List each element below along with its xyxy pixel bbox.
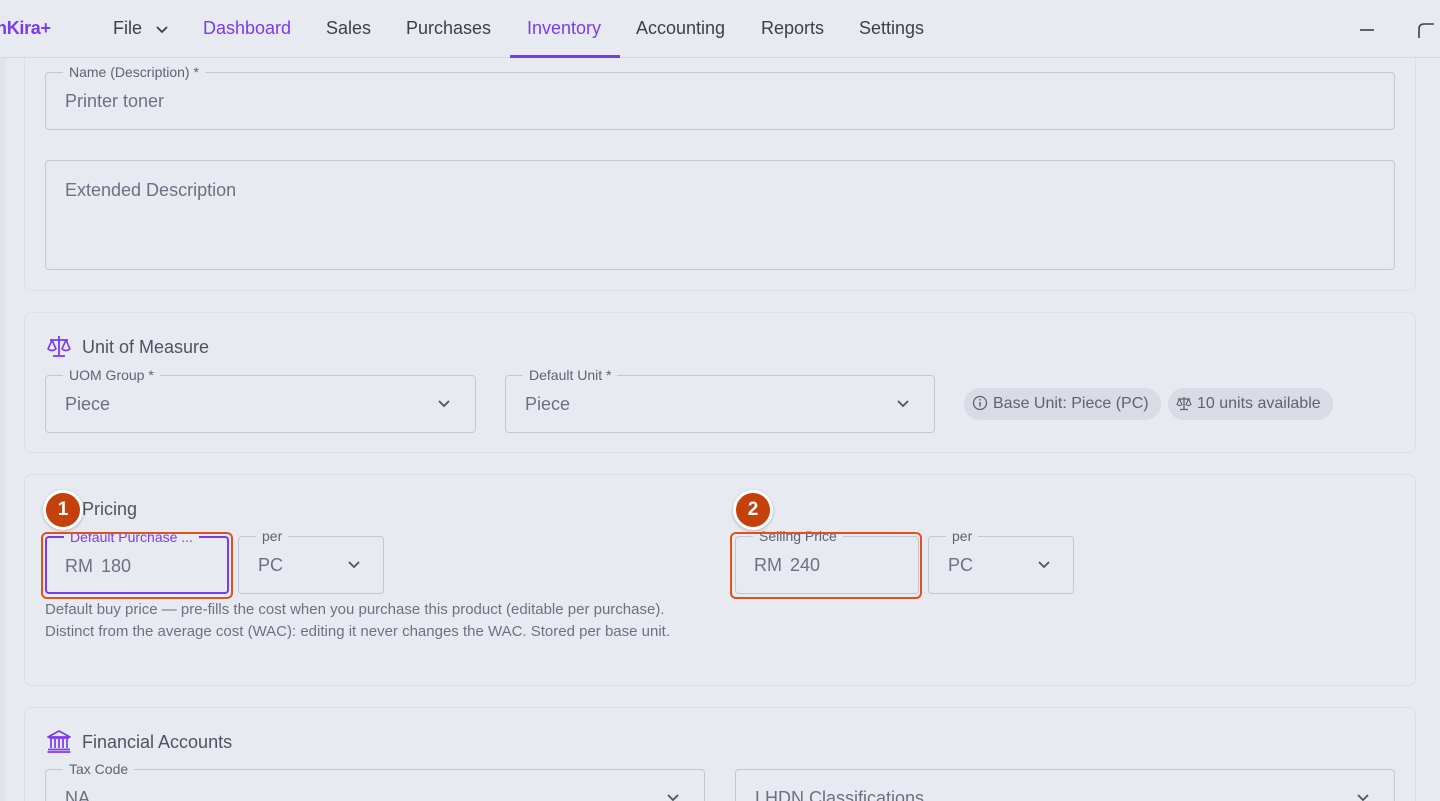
scale-icon (1176, 396, 1192, 410)
base-unit-text: Base Unit: Piece (PC) (993, 395, 1149, 412)
default-unit-value: Piece (525, 394, 571, 414)
bank-icon (47, 730, 71, 753)
tax-code-label: Tax Code (63, 761, 135, 777)
chevron-down-icon (438, 400, 450, 408)
default-unit-label: Default Unit * (523, 367, 618, 383)
units-available-chip: 10 units available (1168, 388, 1333, 420)
name-field-label: Name (Description) * (63, 64, 205, 80)
name-field[interactable]: Name (Description) * Printer toner (45, 64, 1395, 130)
selling-per-value: PC (948, 555, 974, 575)
uom-title: Unit of Measure (82, 337, 210, 357)
scale-icon (47, 336, 71, 357)
selling-unit-select[interactable]: per PC (928, 528, 1074, 594)
nav-sales[interactable]: Sales (326, 18, 371, 39)
file-menu-label: File (113, 18, 143, 38)
uom-group-label: UOM Group * (63, 367, 160, 383)
default-unit-select[interactable]: Default Unit * Piece (505, 367, 935, 433)
top-bar: nKira+ File Dashboard Sales Purchases In… (0, 0, 1440, 58)
content-area: Name (Description) * Printer toner Exten… (0, 58, 1440, 801)
selling-per-label: per (946, 528, 979, 544)
annotation-highlight-1 (41, 532, 233, 599)
nav-inventory[interactable]: Inventory (527, 18, 601, 39)
app-logo: nKira+ (0, 18, 51, 38)
tax-code-select[interactable]: Tax Code NA (45, 761, 705, 801)
units-available-text: 10 units available (1197, 395, 1321, 412)
maximize-icon[interactable] (1416, 16, 1436, 42)
pricing-title: Pricing (82, 499, 138, 519)
chevron-down-icon (667, 794, 679, 801)
chevron-down-icon (1038, 561, 1050, 569)
file-menu[interactable]: File (113, 18, 169, 39)
nav-settings[interactable]: Settings (859, 18, 924, 39)
extended-description-field[interactable]: Extended Description (45, 160, 1395, 270)
uom-group-select[interactable]: UOM Group * Piece (45, 367, 476, 433)
extended-description-placeholder: Extended Description (65, 180, 237, 200)
purchase-price-helper-text: Default buy price — pre-fills the cost w… (45, 601, 670, 640)
annotation-highlight-2 (730, 532, 922, 599)
purchase-per-label: per (256, 528, 289, 544)
purchase-per-value: PC (258, 555, 284, 575)
chevron-down-icon (1357, 794, 1369, 801)
nav-reports[interactable]: Reports (761, 18, 824, 39)
annotation-badge-2: 2 (733, 490, 773, 530)
nav-dashboard[interactable]: Dashboard (203, 18, 291, 39)
base-unit-chip: Base Unit: Piece (PC) (964, 388, 1161, 420)
lhdn-classifications-placeholder: LHDN Classifications (755, 788, 925, 801)
nav-purchases[interactable]: Purchases (406, 18, 491, 39)
chevron-down-icon (897, 400, 909, 408)
chevron-down-icon (156, 26, 168, 34)
annotation-badge-1: 1 (43, 490, 83, 530)
financial-accounts-title: Financial Accounts (82, 732, 233, 752)
minimize-icon[interactable] (1359, 16, 1375, 42)
uom-group-value: Piece (65, 394, 111, 414)
lhdn-classifications-select[interactable]: LHDN Classifications (735, 769, 1395, 801)
name-field-value: Printer toner (65, 91, 165, 111)
tax-code-value: NA (65, 788, 91, 801)
info-icon (972, 395, 988, 410)
chevron-down-icon (348, 561, 360, 569)
nav-accounting[interactable]: Accounting (636, 18, 725, 39)
left-edge (0, 58, 6, 801)
purchase-unit-select[interactable]: per PC (238, 528, 384, 594)
